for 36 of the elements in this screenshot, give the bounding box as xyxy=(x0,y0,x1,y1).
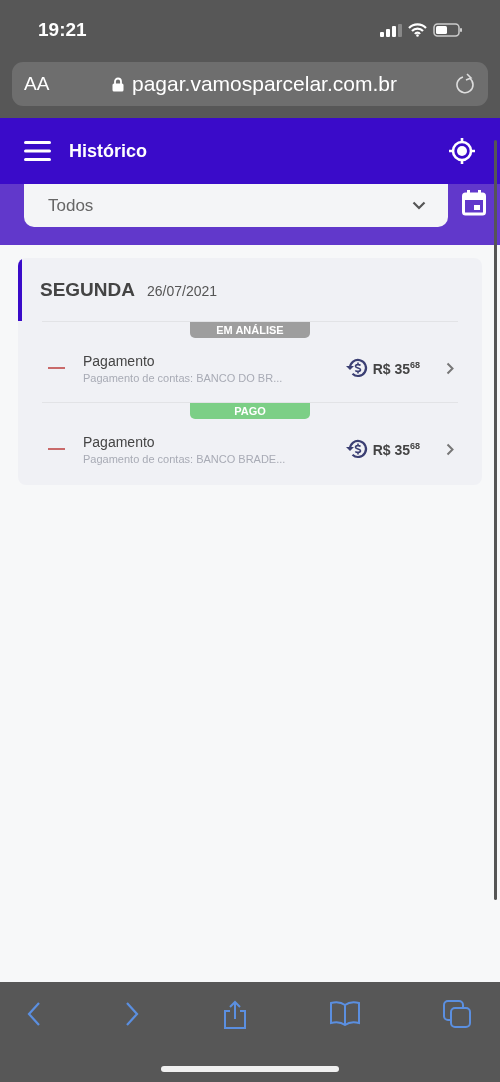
chevron-right-icon[interactable] xyxy=(446,361,454,375)
status-badge: EM ANÁLISE xyxy=(190,322,310,338)
calendar-icon[interactable] xyxy=(462,190,486,216)
back-icon[interactable] xyxy=(26,1000,42,1028)
chevron-right-icon[interactable] xyxy=(446,442,454,456)
chevron-down-icon xyxy=(412,201,426,210)
date-label: 26/07/2021 xyxy=(147,283,218,299)
address-bar[interactable]: AA pagar.vamosparcelar.com.br xyxy=(12,62,488,106)
reload-icon[interactable] xyxy=(456,73,476,95)
minus-icon xyxy=(48,448,65,450)
amount: R$ 35$^{68}$ xyxy=(372,440,420,458)
signal-icon xyxy=(380,23,402,37)
location-target-icon[interactable] xyxy=(448,137,476,165)
lock-icon xyxy=(112,76,124,92)
minus-icon xyxy=(48,367,65,369)
forward-icon[interactable] xyxy=(123,1000,140,1028)
book-icon[interactable] xyxy=(329,1000,362,1026)
wifi-icon xyxy=(408,23,427,37)
amount: R$ 35$^{68}$ xyxy=(372,359,420,377)
transaction-description: Pagamento de contas: BANCO BRADE... xyxy=(83,452,287,465)
refund-dollar-icon xyxy=(344,357,369,379)
menu-icon[interactable] xyxy=(24,141,51,161)
tabs-icon[interactable] xyxy=(443,1000,472,1028)
url-text: pagar.vamosparcelar.com.br xyxy=(132,72,397,96)
refund-dollar-icon xyxy=(344,438,369,460)
filter-dropdown[interactable]: Todos xyxy=(24,184,448,227)
text-size-button[interactable]: AA xyxy=(24,73,112,95)
status-badge: PAGO xyxy=(190,403,310,419)
transaction-title: Pagamento xyxy=(83,433,156,450)
battery-icon xyxy=(433,23,463,37)
weekday-label: SEGUNDA xyxy=(40,279,135,301)
share-icon[interactable] xyxy=(221,1000,248,1030)
page-title: Histórico xyxy=(69,140,148,162)
transaction-description: Pagamento de contas: BANCO DO BR... xyxy=(83,371,284,384)
clock-time: 19:21 xyxy=(38,19,88,41)
transaction-title: Pagamento xyxy=(83,352,156,369)
